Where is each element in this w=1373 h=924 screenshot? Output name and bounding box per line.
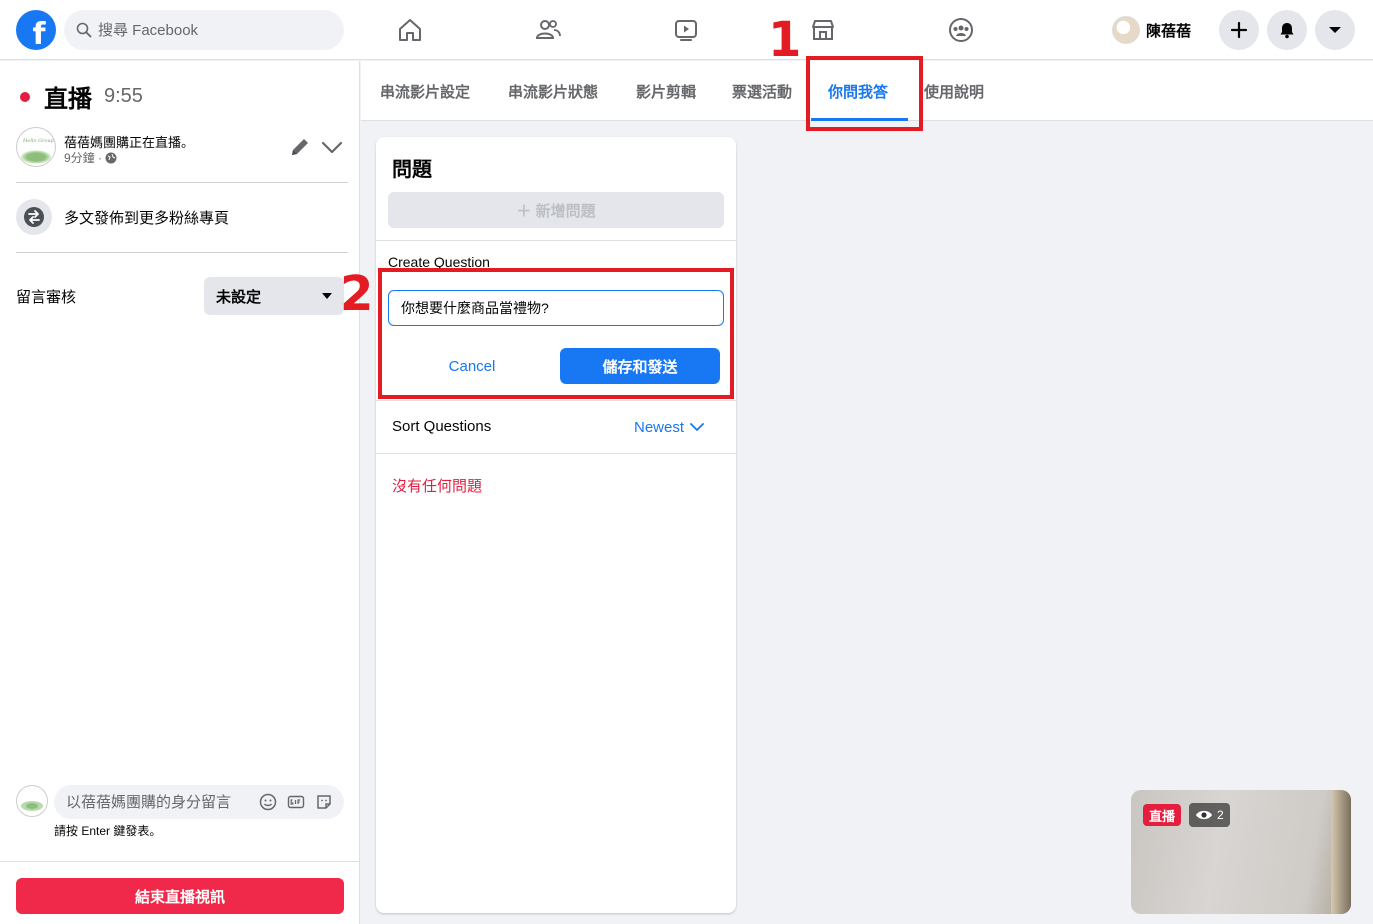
facebook-logo-letter: f (32, 17, 46, 50)
preview-shade (1331, 790, 1351, 914)
friends-icon (535, 20, 561, 39)
swap-arrows-icon (24, 207, 44, 227)
tab-video-clips[interactable]: 影片剪輯 (636, 61, 696, 121)
chevron-down-icon[interactable] (320, 135, 344, 159)
avatar (16, 785, 48, 817)
caret-down-icon (1329, 27, 1341, 33)
profile-chip[interactable]: 陳蓓蓓 (1112, 12, 1191, 48)
moderation-label: 留言審核 (16, 289, 77, 306)
divider (376, 400, 736, 401)
top-navigation-bar: f 陳蓓蓓 (0, 0, 1373, 60)
empty-questions-message: 沒有任何問題 (392, 478, 483, 495)
live-header: 直播 9:55 (20, 79, 143, 114)
eye-icon (1196, 810, 1212, 820)
sticker-icon (317, 795, 331, 809)
home-icon (399, 19, 421, 41)
gif-icon (287, 795, 305, 809)
page-avatar-leaf (20, 150, 52, 164)
globe-icon (105, 152, 117, 163)
gif-button[interactable] (286, 792, 306, 812)
live-sidebar: 直播 9:55 Hello Group 蓓蓓媽團購正在直播。 9分鐘 · 多文發… (0, 61, 360, 924)
comment-composer (16, 785, 344, 821)
questions-panel: 問題 ＋ 新增問題 Create Question Cancel 儲存和發送 S… (376, 137, 736, 913)
page-avatar[interactable]: Hello Group (16, 127, 56, 167)
step-number-1: 1 (768, 12, 802, 68)
panel-title: 問題 (392, 157, 432, 181)
plus-icon (1230, 21, 1248, 39)
messenger-button[interactable] (1267, 10, 1307, 50)
video-icon (675, 20, 697, 41)
live-badge: 直播 (1143, 804, 1182, 826)
moderation-value: 未設定 (216, 288, 262, 306)
sort-value: Newest (634, 418, 685, 436)
emoji-icon (259, 793, 277, 811)
watch-nav[interactable] (666, 10, 706, 50)
page-info-row: Hello Group 蓓蓓媽團購正在直播。 9分鐘 · (16, 127, 348, 183)
tab-stream-settings[interactable]: 串流影片設定 (380, 61, 470, 121)
page-meta: 9分鐘 · (64, 149, 117, 166)
page-meta-text: 9分鐘 · (64, 151, 103, 165)
step-number-2: 2 (340, 266, 374, 322)
end-live-area: 結束直播視訊 (0, 861, 360, 924)
notification-bell-icon (1280, 23, 1294, 39)
live-timer: 9:55 (104, 85, 143, 107)
groups-icon (949, 18, 973, 42)
crosspost-label: 多文發佈到更多粉絲專頁 (64, 210, 230, 227)
facebook-logo[interactable]: f (16, 10, 56, 50)
divider (376, 240, 736, 241)
divider (376, 453, 736, 454)
highlight-box-form (378, 268, 734, 399)
comment-input[interactable] (66, 793, 252, 811)
viewer-count: 2 (1217, 808, 1224, 822)
avatar (1112, 16, 1140, 44)
page-avatar-text: Hello Group (23, 138, 54, 144)
caret-down-icon (322, 293, 332, 299)
comment-hint: 請按 Enter 鍵發表。 (54, 824, 162, 838)
sort-questions-select[interactable]: Newest (634, 415, 704, 439)
marketplace-icon (812, 20, 834, 40)
comment-tools (258, 792, 334, 812)
live-video-preview[interactable]: 直播 2 (1131, 790, 1351, 914)
sticker-button[interactable] (314, 792, 334, 812)
live-indicator-dot (20, 91, 30, 102)
comment-moderation-row: 留言審核 未設定 (16, 277, 344, 315)
tab-polls[interactable]: 票選活動 (732, 61, 792, 121)
search-input[interactable] (98, 21, 318, 39)
search-bar[interactable] (64, 10, 344, 50)
comment-box[interactable] (54, 785, 344, 819)
chevron-down-icon (690, 423, 704, 431)
live-title: 直播 (44, 85, 92, 113)
marketplace-nav[interactable] (803, 10, 843, 50)
profile-name: 陳蓓蓓 (1146, 22, 1192, 40)
pencil-icon[interactable] (288, 135, 312, 159)
viewer-count-badge: 2 (1189, 803, 1230, 827)
search-icon (76, 22, 92, 38)
friends-nav[interactable] (528, 10, 568, 50)
emoji-button[interactable] (258, 792, 278, 812)
account-menu-button[interactable] (1315, 10, 1355, 50)
groups-nav[interactable] (941, 10, 981, 50)
create-button[interactable] (1219, 10, 1259, 50)
tab-help[interactable]: 使用說明 (924, 61, 984, 121)
highlight-box-tab (806, 56, 923, 131)
add-question-button[interactable]: ＋ 新增問題 (388, 192, 724, 228)
home-nav[interactable] (390, 10, 430, 50)
moderation-select[interactable]: 未設定 (204, 277, 344, 315)
tab-stream-health[interactable]: 串流影片狀態 (508, 61, 598, 121)
crosspost-icon-wrap (16, 199, 52, 235)
end-live-button[interactable]: 結束直播視訊 (16, 878, 344, 914)
crosspost-row[interactable]: 多文發佈到更多粉絲專頁 (16, 199, 348, 253)
sort-questions-label: Sort Questions (392, 418, 492, 435)
